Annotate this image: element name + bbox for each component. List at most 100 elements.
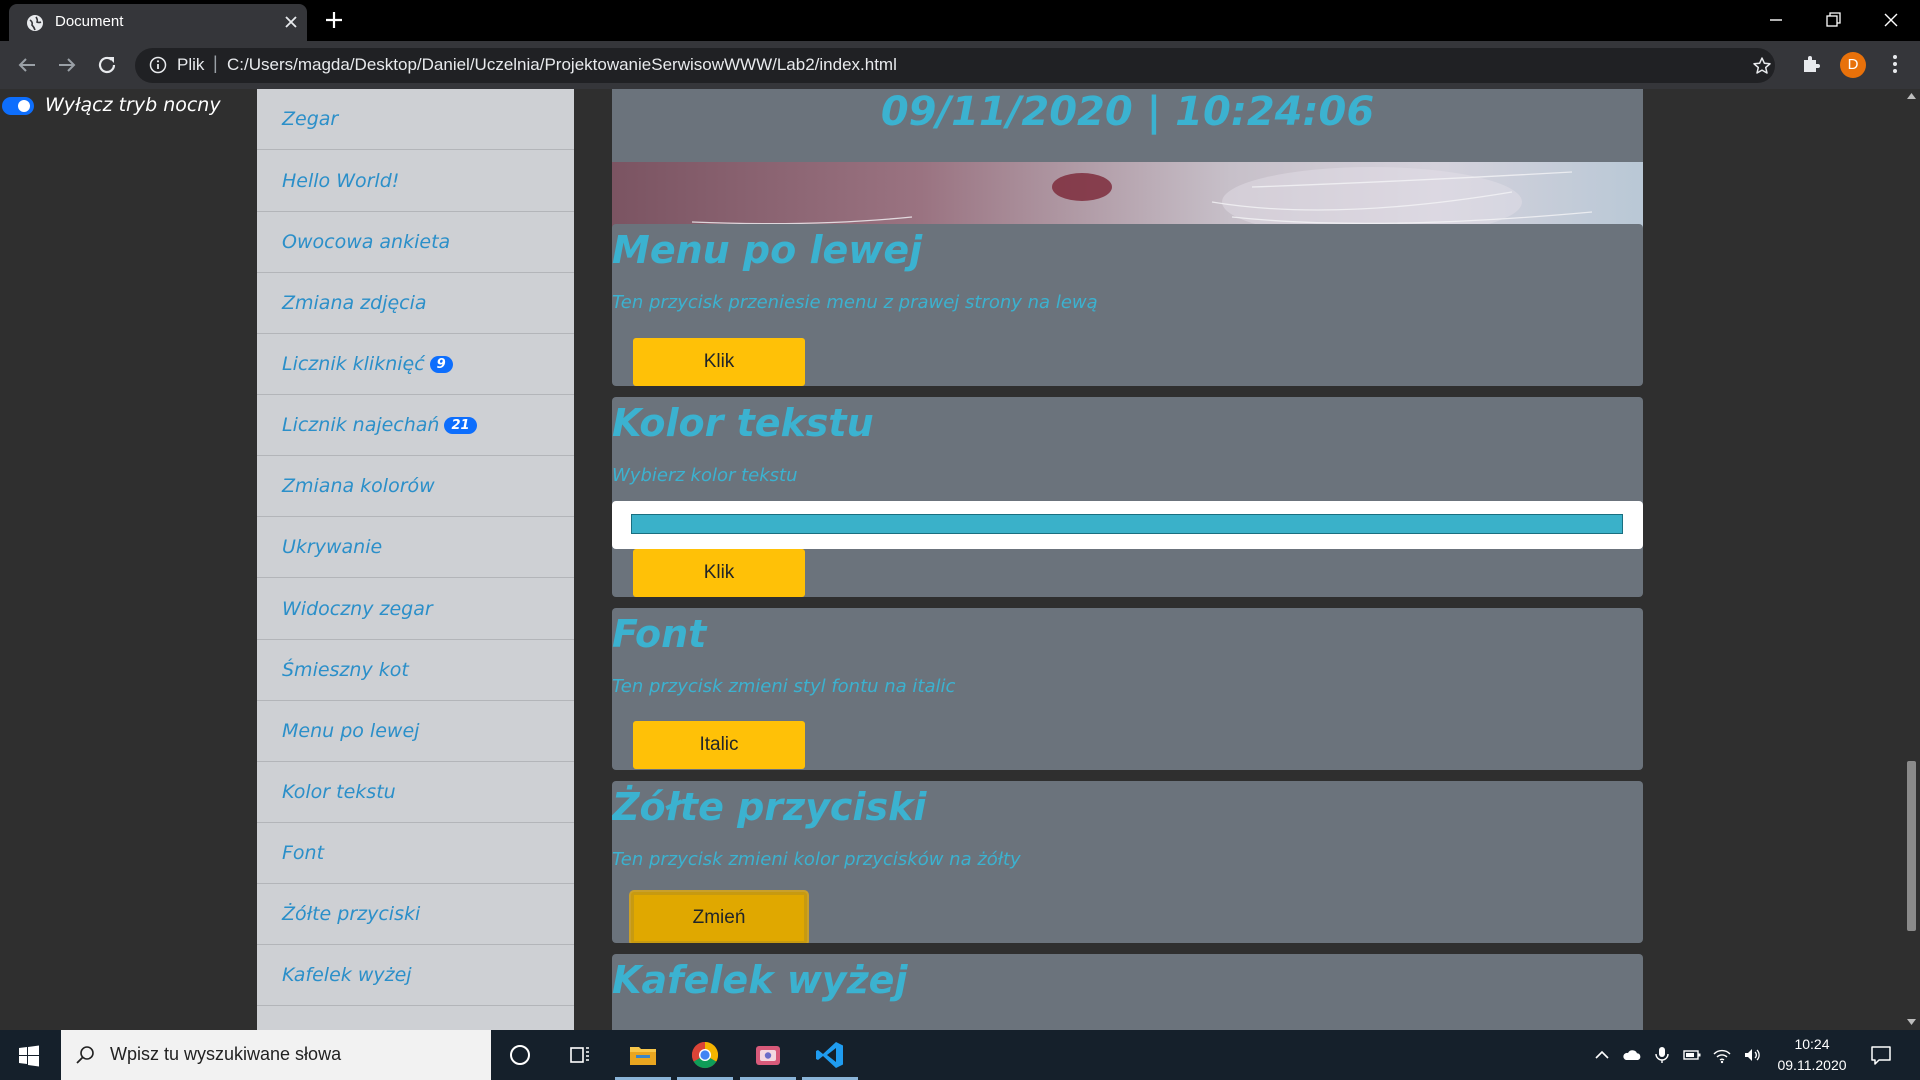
sidebar-item-label[interactable]: Kafelek wyżej <box>282 964 412 986</box>
taskbar-search[interactable]: Wpisz tu wyszukiwane słowa <box>61 1030 491 1080</box>
arrow-left-icon[interactable] <box>15 53 39 77</box>
chrome-icon[interactable] <box>689 1039 721 1071</box>
windows-start-icon[interactable] <box>18 1045 40 1067</box>
sidebar-item-kafelek-wyzej[interactable]: Kafelek wyżej <box>257 945 574 1006</box>
scroll-up-icon[interactable] <box>1906 91 1917 101</box>
sidebar-item-label[interactable]: Owocowa ankieta <box>282 231 450 253</box>
yellow-buttons-button[interactable]: Zmień <box>631 892 807 943</box>
taskbar-search-placeholder: Wpisz tu wyszukiwane słowa <box>110 1044 342 1064</box>
scroll-thumb[interactable] <box>1907 761 1916 931</box>
browser-tabbar: Document <box>0 0 1920 41</box>
cortana-icon[interactable] <box>504 1039 536 1071</box>
battery-icon[interactable] <box>1682 1045 1702 1065</box>
info-icon[interactable] <box>149 56 167 74</box>
sidebar-item-zegar[interactable]: Zegar <box>257 89 574 150</box>
file-explorer-icon[interactable] <box>627 1039 659 1071</box>
sidebar-item-smieszny-kot[interactable]: Śmieszny kot <box>257 640 574 701</box>
windows-taskbar: Wpisz tu wyszukiwane słowa 10:24 09.11.2… <box>0 1030 1920 1080</box>
close-icon[interactable] <box>282 13 300 31</box>
card-kolor-tekstu: Kolor tekstu Wybierz kolor tekstu Klik <box>612 397 1643 597</box>
sidebar-item-ukrywanie[interactable]: Ukrywanie <box>257 517 574 578</box>
sidebar-item-label[interactable]: Śmieszny kot <box>282 659 409 681</box>
reload-icon[interactable] <box>95 53 119 77</box>
browser-toolbar: Plik | C:/Users/magda/Desktop/Daniel/Ucz… <box>0 41 1920 89</box>
chevron-up-icon[interactable] <box>1592 1045 1612 1065</box>
sidebar-item-label[interactable]: Licznik najechań 21 <box>282 414 477 436</box>
more-vert-icon[interactable] <box>1884 53 1906 75</box>
card-description: Ten przycisk przeniesie menu z prawej st… <box>612 292 1098 313</box>
snipping-tool-icon[interactable] <box>752 1039 784 1071</box>
sidebar-item-menu-po-lewej[interactable]: Menu po lewej <box>257 701 574 762</box>
sidebar-item-label[interactable]: Licznik kliknięć 9 <box>282 353 453 375</box>
card-menu-po-lewej: Menu po lewej Ten przycisk przeniesie me… <box>612 224 1643 386</box>
card-title: Kafelek wyżej <box>612 958 908 1002</box>
address-url[interactable]: C:/Users/magda/Desktop/Daniel/Uczelnia/P… <box>227 55 897 75</box>
restore-icon[interactable] <box>1822 9 1844 31</box>
sidebar-item-owocowa-ankieta[interactable]: Owocowa ankieta <box>257 212 574 273</box>
microphone-icon[interactable] <box>1652 1045 1672 1065</box>
sidebar-item-zmiana-zdjecia[interactable]: Zmiana zdjęcia <box>257 273 574 334</box>
card-kafelek-wyzej: Kafelek wyżej <box>612 954 1643 1030</box>
profile-avatar[interactable]: D <box>1840 52 1866 78</box>
hover-counter-badge: 21 <box>444 417 477 434</box>
puzzle-icon[interactable] <box>1800 53 1822 75</box>
sidebar-item-label[interactable]: Hello World! <box>282 170 399 192</box>
sidebar-item-widoczny-zegar[interactable]: Widoczny zegar <box>257 579 574 640</box>
card-title: Menu po lewej <box>612 228 923 272</box>
wifi-icon[interactable] <box>1712 1045 1732 1065</box>
address-scheme-label: Plik <box>177 55 205 74</box>
minimize-icon[interactable] <box>1765 9 1787 31</box>
sidebar-item-text: Licznik najechań <box>282 414 440 436</box>
taskbar-clock-date[interactable]: 09.11.2020 <box>1772 1057 1852 1073</box>
scroll-down-icon[interactable] <box>1906 1017 1917 1027</box>
sidebar-item-label[interactable]: Zmiana zdjęcia <box>282 292 427 314</box>
globe-icon <box>27 15 43 31</box>
sidebar-item-label[interactable]: Widoczny zegar <box>282 598 433 620</box>
color-picker-field[interactable] <box>612 501 1643 549</box>
sidebar-item-label[interactable]: Żółte przyciski <box>282 903 420 925</box>
color-picker-swatch[interactable] <box>631 514 1623 534</box>
sidebar-item-label[interactable]: Font <box>282 842 324 864</box>
onedrive-icon[interactable] <box>1622 1045 1642 1065</box>
italic-button[interactable]: Italic <box>633 721 805 769</box>
card-title: Kolor tekstu <box>612 401 874 445</box>
sidebar-item-licznik-klikniec[interactable]: Licznik kliknięć 9 <box>257 334 574 395</box>
sidebar-item-licznik-najechan[interactable]: Licznik najechań 21 <box>257 395 574 456</box>
vscode-icon[interactable] <box>814 1039 846 1071</box>
card-zolte-przyciski: Żółte przyciski Ten przycisk zmieni kolo… <box>612 781 1643 943</box>
sidebar-item-zmiana-kolorow[interactable]: Zmiana kolorów <box>257 456 574 517</box>
sidebar-item-label[interactable]: Menu po lewej <box>282 720 419 742</box>
move-menu-button[interactable]: Klik <box>633 338 805 386</box>
task-view-icon[interactable] <box>564 1039 596 1071</box>
card-description: Ten przycisk zmieni kolor przycisków na … <box>612 849 1021 870</box>
address-bar[interactable]: Plik | C:/Users/magda/Desktop/Daniel/Ucz… <box>135 48 1775 83</box>
sidebar-item-hello-world[interactable]: Hello World! <box>257 151 574 212</box>
sidebar-item-label[interactable]: Ukrywanie <box>282 536 382 558</box>
plus-icon[interactable] <box>324 10 344 30</box>
sidebar-item-kolor-tekstu[interactable]: Kolor tekstu <box>257 762 574 823</box>
arrow-right-icon[interactable] <box>55 53 79 77</box>
sidebar-item-text: Licznik kliknięć <box>282 353 425 375</box>
sidebar-item-zolte-przyciski[interactable]: Żółte przyciski <box>257 884 574 945</box>
close-window-icon[interactable] <box>1880 9 1902 31</box>
sidebar-item-label[interactable]: Zegar <box>282 108 338 130</box>
star-icon[interactable] <box>1752 56 1772 76</box>
browser-tab-document[interactable]: Document <box>9 4 307 41</box>
page-scrollbar[interactable] <box>1903 89 1920 1030</box>
card-font: Font Ten przycisk zmieni styl fontu na i… <box>612 608 1643 770</box>
sidebar-item-label[interactable]: Zmiana kolorów <box>282 475 435 497</box>
apply-color-button[interactable]: Klik <box>633 549 805 597</box>
clock-card: 09/11/2020 | 10:24:06 <box>612 89 1643 242</box>
notification-center-icon[interactable] <box>1870 1044 1892 1066</box>
sidebar-item-label[interactable]: Kolor tekstu <box>282 781 396 803</box>
taskbar-clock-time[interactable]: 10:24 <box>1777 1036 1847 1052</box>
clock-display: 09/11/2020 | 10:24:06 <box>880 89 1375 135</box>
volume-icon[interactable] <box>1742 1045 1762 1065</box>
sidebar-item-font[interactable]: Font <box>257 823 574 884</box>
card-title: Font <box>612 612 707 656</box>
card-description: Wybierz kolor tekstu <box>612 465 798 486</box>
switch-knob <box>18 100 30 112</box>
night-mode-label: Wyłącz tryb nocny <box>45 94 221 116</box>
main-content: 09/11/2020 | 10:24:06 Menu po lewej Ten … <box>612 89 1643 1030</box>
address-separator: | <box>213 53 218 73</box>
